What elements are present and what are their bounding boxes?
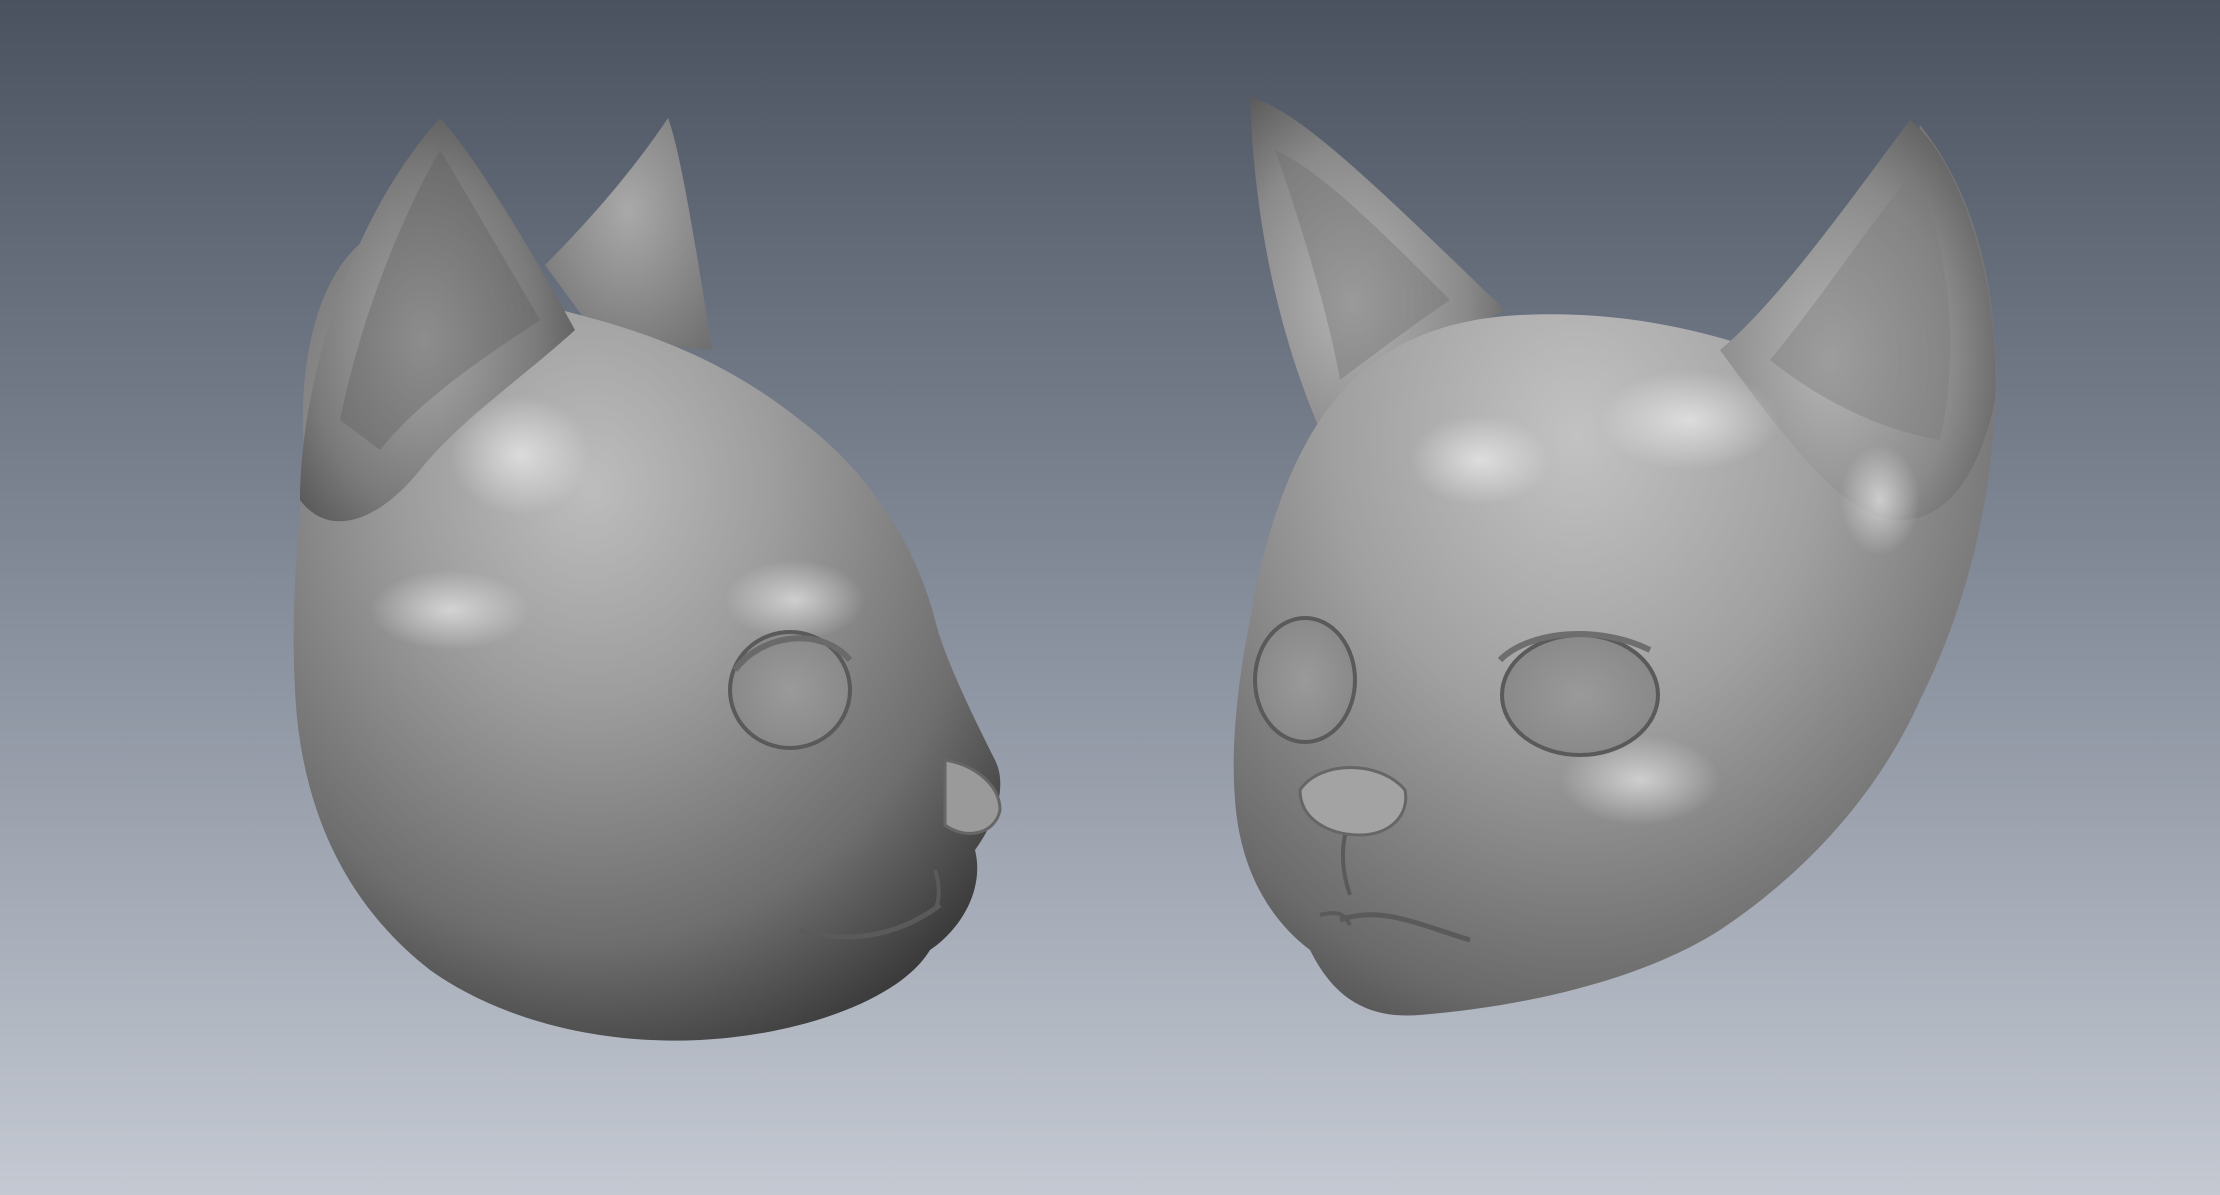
3d-viewport[interactable] [0,0,2220,1195]
eye-right-right-model [1500,633,1660,757]
eye-left-model [728,630,852,750]
viewport-canvas[interactable] [0,0,2220,1195]
eye-left-right-model [1253,616,1357,744]
